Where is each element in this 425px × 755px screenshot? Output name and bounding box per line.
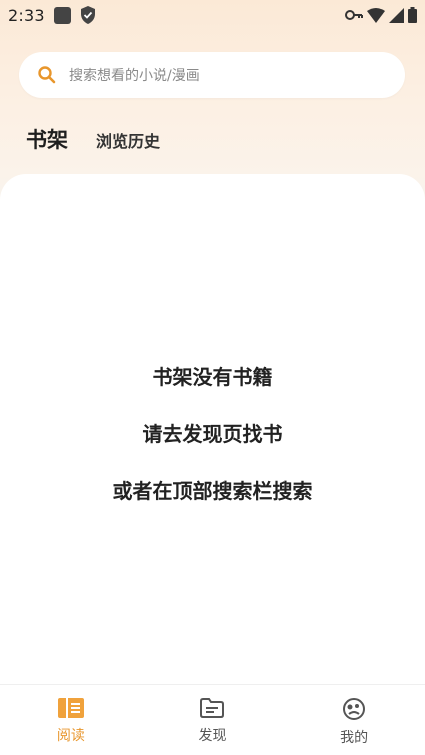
nav-item-discover[interactable]: 发现: [162, 685, 262, 755]
nav-item-read[interactable]: 阅读: [21, 685, 121, 755]
wifi-icon: [367, 7, 385, 23]
nav-label-read: 阅读: [56, 728, 85, 744]
nav-label-mine: 我的: [340, 730, 369, 746]
status-left: 2:33: [8, 6, 96, 25]
tab-bookshelf[interactable]: 书架: [26, 124, 68, 154]
tab-history[interactable]: 浏览历史: [96, 128, 160, 152]
status-time: 2:33: [8, 5, 45, 25]
search-placeholder: 搜索想看的小说/漫画: [69, 68, 200, 84]
bookshelf-panel: 书架没有书籍 请去发现页找书 或者在顶部搜索栏搜索: [0, 174, 425, 684]
battery-icon: [408, 7, 417, 23]
profile-icon: [343, 698, 366, 720]
search-bar[interactable]: 搜索想看的小说/漫画: [19, 52, 405, 98]
empty-message-line3: 或者在顶部搜索栏搜索: [112, 479, 313, 503]
cell-signal-icon: [389, 7, 404, 23]
shelf-tabs: 书架 浏览历史: [26, 124, 160, 154]
nav-label-discover: 发现: [198, 728, 227, 744]
key-icon: [345, 10, 363, 20]
status-right: [345, 7, 417, 23]
status-bar: 2:33: [0, 0, 425, 30]
book-icon: [57, 698, 84, 718]
bottom-nav: 阅读 发现 我的: [0, 684, 425, 755]
empty-message-line1: 书架没有书籍: [152, 365, 273, 389]
empty-message-line2: 请去发现页找书: [142, 422, 283, 446]
shield-icon: [80, 6, 95, 24]
nav-item-mine[interactable]: 我的: [304, 685, 404, 755]
notification-app-icon: [53, 6, 71, 24]
folder-icon: [200, 698, 225, 718]
search-icon: [38, 66, 56, 84]
